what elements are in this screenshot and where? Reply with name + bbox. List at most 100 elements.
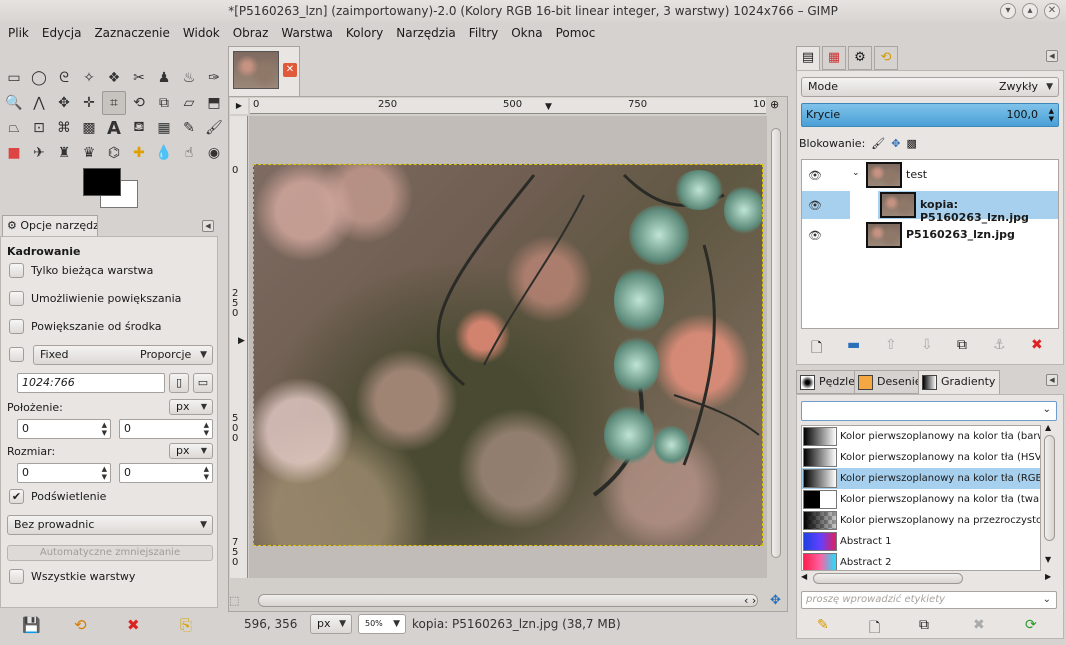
- expand-chevron-icon[interactable]: ⌄: [852, 168, 860, 178]
- fixed-checkbox[interactable]: [9, 347, 24, 362]
- horizontal-scrollbar[interactable]: [258, 594, 758, 607]
- zoom-tool-icon[interactable]: 🔍: [2, 91, 26, 115]
- unified-transform-tool-icon[interactable]: ⏢: [2, 116, 26, 140]
- quick-mask-icon[interactable]: ▶: [230, 98, 248, 114]
- scrollbar-thumb[interactable]: [813, 573, 963, 584]
- clone-tool-icon[interactable]: ⌬: [102, 141, 126, 165]
- scroll-left-icon[interactable]: ◀: [801, 572, 807, 581]
- close-window-button[interactable]: ✕: [1044, 3, 1060, 19]
- menu-colors[interactable]: Kolory: [346, 22, 391, 44]
- menu-image[interactable]: Obraz: [233, 22, 277, 44]
- visibility-eye-icon[interactable]: 👁: [808, 199, 822, 212]
- duplicate-gradient-icon[interactable]: ⧉: [919, 617, 929, 633]
- restore-icon[interactable]: ⟲: [74, 616, 87, 634]
- menu-filters[interactable]: Filtry: [469, 22, 506, 44]
- fixed-mode-select[interactable]: Fixed Proporcje ▼: [33, 345, 213, 365]
- pencil-tool-icon[interactable]: ✎: [177, 116, 201, 140]
- warp-transform-tool-icon[interactable]: ▩: [77, 116, 101, 140]
- chevron-down-icon[interactable]: ⌄: [1043, 404, 1051, 415]
- list-item[interactable]: Kolor pierwszoplanowy na kolor tła (barw…: [802, 426, 1040, 447]
- current-layer-checkbox[interactable]: [9, 263, 24, 278]
- ink-tool-icon[interactable]: ♜: [52, 141, 76, 165]
- lower-layer-icon[interactable]: ⇩: [921, 337, 933, 353]
- visibility-eye-icon[interactable]: 👁: [808, 229, 822, 242]
- menu-edit[interactable]: Edycja: [42, 22, 90, 44]
- new-gradient-icon[interactable]: 🗋: [869, 617, 880, 641]
- cage-transform-tool-icon[interactable]: ⌘: [52, 116, 76, 140]
- new-layer-icon[interactable]: 🗋: [811, 337, 822, 361]
- layer-row[interactable]: 👁 ⌄ test: [802, 160, 1058, 190]
- tab-paths[interactable]: ⚙: [848, 46, 872, 70]
- tab-gradients[interactable]: Gradienty: [918, 370, 1001, 394]
- tab-undo[interactable]: ⟲: [874, 46, 898, 70]
- size-h-input[interactable]: 0 ▲ ▼: [119, 463, 213, 483]
- list-item[interactable]: Abstract 1: [802, 531, 1040, 552]
- gradient-filter-input[interactable]: ⌄: [801, 401, 1057, 421]
- menu-tools[interactable]: Narzędzia: [396, 22, 464, 44]
- fuzzy-select-tool-icon[interactable]: ✧: [77, 66, 101, 90]
- image-canvas[interactable]: [253, 164, 763, 546]
- rotate-tool-icon[interactable]: ⟲: [127, 91, 151, 115]
- menu-view[interactable]: Widok: [183, 22, 228, 44]
- ellipse-select-tool-icon[interactable]: ◯: [27, 66, 51, 90]
- tab-channels[interactable]: ▦: [822, 46, 846, 70]
- lock-position-icon[interactable]: ✥: [891, 137, 900, 150]
- scroll-up-icon[interactable]: ▲: [1045, 423, 1051, 432]
- maximize-button[interactable]: ▴: [1022, 3, 1038, 19]
- paintbrush-tool-icon[interactable]: 🖌: [202, 116, 226, 140]
- list-item[interactable]: Abstract 2: [802, 552, 1040, 570]
- position-x-input[interactable]: 0 ▲ ▼: [17, 419, 111, 439]
- tab-layers[interactable]: ▤: [796, 46, 820, 70]
- heal-tool-icon[interactable]: ✚: [127, 141, 151, 165]
- raise-layer-icon[interactable]: ⇧: [885, 337, 897, 353]
- eraser-tool-icon[interactable]: ■: [2, 141, 26, 165]
- handle-transform-tool-icon[interactable]: ⊡: [27, 116, 51, 140]
- gradients-vertical-scrollbar[interactable]: ▲ ▼: [1043, 423, 1057, 571]
- tab-patterns[interactable]: Desenie: [854, 370, 927, 394]
- color-select-tool-icon[interactable]: ❖: [102, 66, 126, 90]
- delete-gradient-icon[interactable]: ✖: [973, 617, 985, 633]
- zoom-select[interactable]: 50% ▼: [358, 614, 406, 634]
- text-tool-icon[interactable]: A: [102, 116, 126, 140]
- gradients-horizontal-scrollbar[interactable]: ◀ ▶: [801, 572, 1057, 585]
- horizontal-ruler[interactable]: 0 250 500 750 100 ▼: [250, 98, 766, 114]
- tab-tool-options[interactable]: ⚙ Opcje narzędzia: [2, 215, 98, 237]
- layer-mode-select[interactable]: Mode Zwykły ▼: [801, 77, 1059, 97]
- airbrush-tool-icon[interactable]: ✈: [27, 141, 51, 165]
- size-w-input[interactable]: 0 ▲ ▼: [17, 463, 111, 483]
- scroll-arrows-icon[interactable]: ‹ ›: [744, 594, 756, 607]
- foreground-color-swatch[interactable]: [83, 168, 121, 196]
- rect-select-tool-icon[interactable]: ▭: [2, 66, 26, 90]
- vertical-ruler[interactable]: 0 250 500 750 ▶: [230, 116, 248, 578]
- blur-tool-icon[interactable]: 💧: [152, 141, 176, 165]
- dock-menu-arrow-icon[interactable]: ◀: [202, 220, 214, 232]
- landscape-icon[interactable]: ▭: [193, 373, 213, 393]
- shear-tool-icon[interactable]: ▱: [177, 91, 201, 115]
- dock-menu-arrow-icon[interactable]: ◀: [1046, 50, 1058, 62]
- save-icon[interactable]: 💾: [22, 616, 41, 634]
- portrait-icon[interactable]: ▯: [169, 373, 189, 393]
- spin-arrows-icon[interactable]: ▲ ▼: [102, 465, 107, 481]
- all-layers-checkbox[interactable]: [9, 569, 24, 584]
- refresh-gradients-icon[interactable]: ⟳: [1025, 617, 1037, 633]
- crop-tool-icon[interactable]: ⌗: [102, 91, 126, 115]
- expand-center-checkbox[interactable]: [9, 319, 24, 334]
- paths-tool-icon[interactable]: ♨: [177, 66, 201, 90]
- minimize-button[interactable]: ▾: [1000, 3, 1016, 19]
- bucket-fill-tool-icon[interactable]: ⛾: [127, 116, 151, 140]
- reset-icon[interactable]: ⎘: [180, 616, 192, 634]
- mypaint-brush-tool-icon[interactable]: ♛: [77, 141, 101, 165]
- new-group-icon[interactable]: ▬: [847, 337, 860, 353]
- close-icon[interactable]: ✕: [283, 63, 297, 77]
- color-picker-tool-icon[interactable]: ✑: [202, 66, 226, 90]
- scale-tool-icon[interactable]: ⧉: [152, 91, 176, 115]
- gradient-tool-icon[interactable]: ▦: [152, 116, 176, 140]
- move-tool-icon[interactable]: ✥: [52, 91, 76, 115]
- menu-select[interactable]: Zaznaczenie: [94, 22, 177, 44]
- menu-help[interactable]: Pomoc: [556, 22, 604, 44]
- smudge-tool-icon[interactable]: ☝: [177, 141, 201, 165]
- lock-pixels-icon[interactable]: 🖌: [871, 137, 885, 150]
- perspective-tool-icon[interactable]: ⬒: [202, 91, 226, 115]
- opacity-slider[interactable]: Krycie 100,0 ▲ ▼: [801, 103, 1059, 127]
- position-unit-select[interactable]: px ▼: [169, 399, 213, 415]
